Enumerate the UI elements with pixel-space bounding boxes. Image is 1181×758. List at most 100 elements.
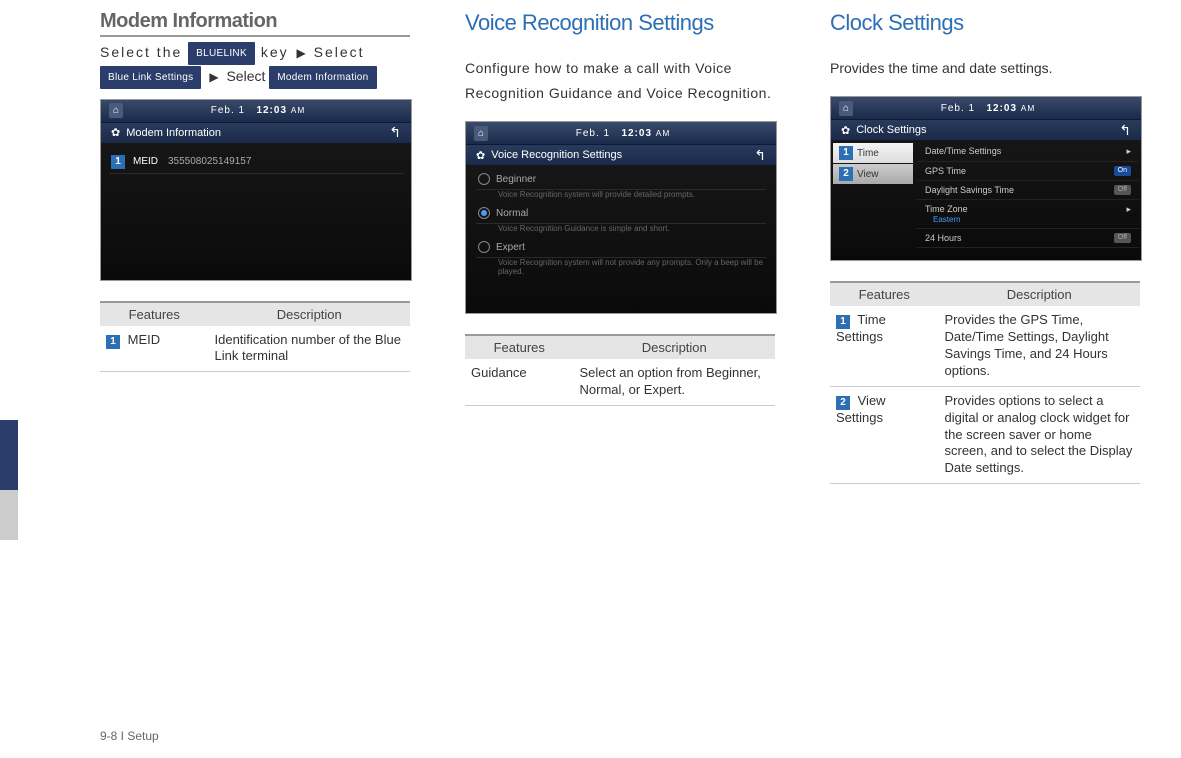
toggle-off: Off (1114, 185, 1131, 195)
table-row: 1 Time Settings Provides the GPS Time, D… (830, 306, 1140, 386)
setting-label: Time Zone (925, 204, 968, 215)
setting-label: 24 Hours (925, 233, 962, 243)
tab-label: Time (857, 148, 879, 159)
meid-label: MEID (133, 156, 158, 167)
radio-icon (478, 173, 490, 185)
option-subtext: Voice Recognition system will not provid… (476, 258, 766, 280)
screenshot-title: Modem Information (126, 127, 221, 139)
status-date: Feb. 1 12:03 AM (873, 103, 1103, 114)
option-beginner: Beginner (476, 169, 766, 190)
table-header-features: Features (830, 282, 939, 306)
setting-label: GPS Time (925, 166, 966, 176)
modem-screenshot: ⌂ Feb. 1 12:03 AM ✿ Modem Information ↰ … (100, 99, 412, 281)
setting-gps-time: GPS TimeOn (917, 162, 1139, 181)
modem-info-heading: Modem Information (100, 10, 410, 37)
clock-screenshot: ⌂ Feb. 1 12:03 AM ✿ Clock Settings ↰ 1 Ti… (830, 96, 1142, 261)
bluelink-settings-pill: Blue Link Settings (100, 66, 201, 89)
tab-view: 2View (833, 164, 913, 184)
page-content: Modem Information Select the BLUELINK ke… (0, 0, 1181, 504)
voice-rec-screenshot: ⌂ Feb. 1 12:03 AM ✿ Voice Recognition Se… (465, 121, 777, 314)
status-date: Feb. 1 12:03 AM (508, 128, 738, 139)
setting-sublabel: Eastern (925, 215, 961, 224)
date-text: Feb. 1 (211, 105, 245, 116)
ampm-text: AM (1021, 103, 1036, 113)
voice-rec-heading: Voice Recognition Settings (465, 10, 775, 36)
callout-2: 2 (839, 167, 853, 181)
feature-description: Select an option from Beginner, Normal, … (574, 359, 776, 405)
column-voice-recognition: Voice Recognition Settings Configure how… (465, 10, 775, 484)
page-footer: 9-8 I Setup (100, 729, 159, 743)
toggle-off: Off (1114, 233, 1131, 243)
time-text: 12:03 (986, 103, 1017, 114)
radio-icon-selected (478, 207, 490, 219)
chevron-right-icon: ▸ (1126, 146, 1131, 157)
voice-rec-intro: Configure how to make a call with Voice … (465, 56, 775, 106)
feature-name: Guidance (465, 359, 574, 405)
column-clock-settings: Clock Settings Provides the time and dat… (830, 10, 1140, 484)
column-modem-info: Modem Information Select the BLUELINK ke… (100, 10, 410, 484)
screenshot-body: Beginner Voice Recognition system will p… (466, 165, 776, 313)
back-icon: ↰ (1119, 122, 1131, 139)
ampm-text: AM (291, 105, 306, 115)
home-icon: ⌂ (839, 101, 853, 116)
option-expert: Expert (476, 237, 766, 258)
table-header-description: Description (209, 302, 411, 326)
status-date: Feb. 1 12:03 AM (143, 105, 373, 116)
screenshot-title: Clock Settings (856, 124, 926, 136)
nav-text-1: Select the (100, 44, 188, 60)
voice-features-table: Features Description Guidance Select an … (465, 334, 775, 406)
table-header-description: Description (574, 335, 776, 359)
meid-value: 355508025149157 (168, 156, 251, 167)
date-text: Feb. 1 (941, 103, 975, 114)
screenshot-subheader: ✿ Clock Settings ↰ (831, 120, 1141, 140)
meid-row: 1 MEID 355508025149157 (109, 151, 403, 174)
option-normal: Normal (476, 203, 766, 224)
clock-intro: Provides the time and date settings. (830, 56, 1140, 81)
right-panel: Date/Time Settings ▸ GPS TimeOn Daylight … (915, 140, 1141, 260)
back-icon: ↰ (389, 124, 401, 141)
setting-timezone: Time Zone ▸ Eastern (917, 200, 1139, 229)
tab-time: 1 Time (833, 143, 913, 163)
nav-text-3: Select (314, 44, 365, 60)
setting-dst: Daylight Savings Time Off (917, 181, 1139, 200)
callout-1: 1 (106, 335, 120, 349)
screenshot-topbar: ⌂ Feb. 1 12:03 AM (101, 100, 411, 123)
option-label: Beginner (496, 174, 536, 185)
modem-nav-path: Select the BLUELINK key ▶ Select Blue Li… (100, 41, 410, 89)
option-label: Normal (496, 208, 528, 219)
gear-icon: ✿ (841, 124, 850, 137)
ampm-text: AM (656, 128, 671, 138)
time-text: 12:03 (256, 105, 287, 116)
table-header-features: Features (465, 335, 574, 359)
nav-text-2: key (261, 44, 295, 60)
feature-description: Provides the GPS Time, Date/Time Setting… (939, 306, 1141, 386)
screenshot-body: 1 MEID 355508025149157 (101, 143, 411, 279)
clock-features-table: Features Description 1 Time Settings Pro… (830, 281, 1140, 484)
feature-name: MEID (128, 332, 161, 347)
setting-label: Date/Time Settings (925, 146, 1001, 157)
feature-description: Provides options to select a digital or … (939, 386, 1141, 483)
table-header-features: Features (100, 302, 209, 326)
radio-icon (478, 241, 490, 253)
gear-icon: ✿ (476, 149, 485, 162)
arrow-icon: ▶ (297, 46, 306, 60)
modem-info-pill: Modem Information (269, 66, 376, 89)
clock-heading: Clock Settings (830, 10, 1140, 36)
feature-description: Identification number of the Blue Link t… (209, 326, 411, 372)
screenshot-subheader: ✿ Voice Recognition Settings ↰ (466, 145, 776, 165)
left-panel: 1 Time 2View (831, 140, 915, 260)
screenshot-body: 1 Time 2View Date/Time Settings ▸ GPS Time… (831, 140, 1141, 260)
screenshot-subheader: ✿ Modem Information ↰ (101, 123, 411, 143)
setting-datetime: Date/Time Settings ▸ (917, 142, 1139, 162)
callout-1: 1 (839, 146, 853, 160)
nav-text-4: Select (226, 68, 269, 84)
screenshot-topbar: ⌂ Feb. 1 12:03 AM (466, 122, 776, 145)
table-row: 2 View Settings Provides options to sele… (830, 386, 1140, 483)
arrow-icon: ▶ (209, 70, 218, 84)
chevron-right-icon: ▸ (1126, 204, 1131, 215)
side-tab-active (0, 420, 18, 490)
setting-label: Daylight Savings Time (925, 185, 1014, 195)
time-text: 12:03 (621, 128, 652, 139)
table-header-description: Description (939, 282, 1141, 306)
back-icon: ↰ (754, 147, 766, 164)
